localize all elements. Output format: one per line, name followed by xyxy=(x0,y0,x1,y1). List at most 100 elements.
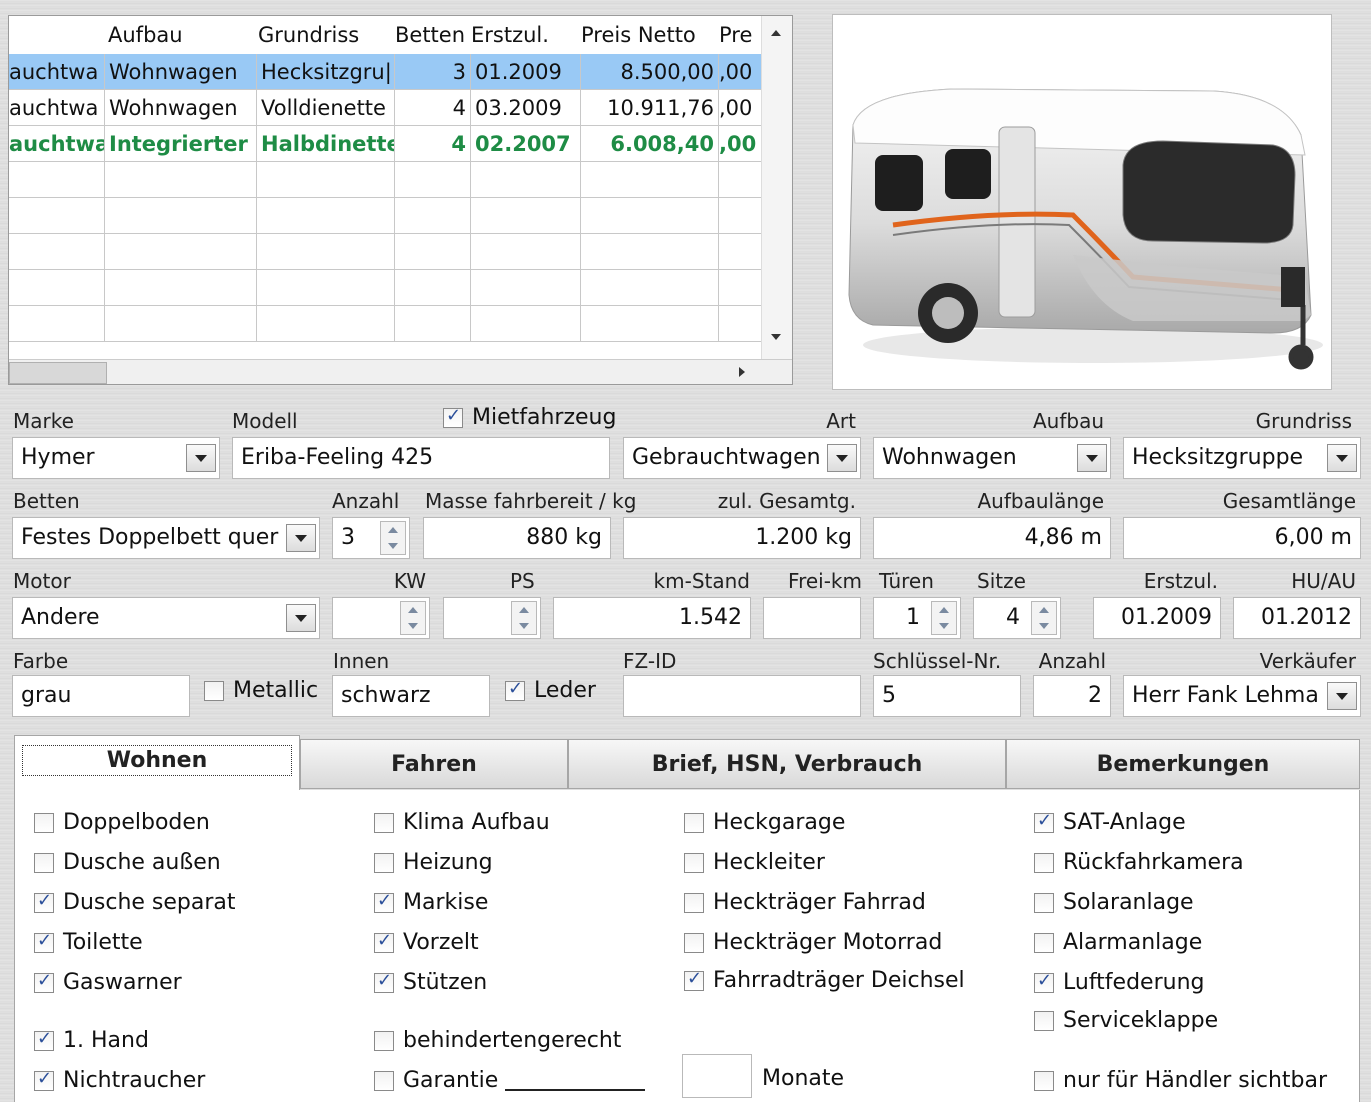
art-label: Art xyxy=(826,409,856,433)
fzid-field[interactable] xyxy=(623,675,861,717)
garantie-checkbox[interactable] xyxy=(374,1071,394,1091)
anzahl-stepper[interactable]: 3 xyxy=(332,517,410,559)
grundriss-select[interactable]: Hecksitzgruppe xyxy=(1123,437,1361,479)
stuetzen-checkbox[interactable] xyxy=(374,970,394,993)
verkaeufer-select[interactable]: Herr Fank Lehma xyxy=(1123,675,1361,717)
chevron-down-icon[interactable] xyxy=(286,604,316,632)
kmstand-field[interactable]: 1.542 xyxy=(553,597,751,639)
col-header-grundriss[interactable]: Grundriss xyxy=(258,16,393,54)
luftfederung-checkbox[interactable] xyxy=(1034,970,1054,993)
col-header-pre[interactable]: Pre xyxy=(719,16,763,54)
vorzelt-checkbox[interactable] xyxy=(374,930,394,953)
hecktraeger-fahrrad-checkbox[interactable] xyxy=(684,893,704,913)
dusche-separat-checkbox[interactable] xyxy=(34,890,54,913)
freikm-field[interactable] xyxy=(763,597,861,639)
leder-label: Leder xyxy=(534,678,596,703)
chevron-down-icon[interactable] xyxy=(1077,444,1107,472)
scroll-right-icon[interactable] xyxy=(739,367,745,377)
freikm-label: Frei-km xyxy=(788,569,862,593)
haendler-sichtbar-checkbox[interactable] xyxy=(1034,1071,1054,1091)
behindertengerecht-checkbox[interactable] xyxy=(374,1031,394,1051)
huau-label: HU/AU xyxy=(1291,569,1356,593)
art-select[interactable]: Gebrauchtwagen xyxy=(623,437,861,479)
heizung-label: Heizung xyxy=(403,850,493,875)
chevron-down-icon[interactable] xyxy=(827,444,857,472)
vehicle-grid[interactable]: Aufbau Grundriss Betten Erstzul. Preis N… xyxy=(8,15,793,385)
chevron-down-icon[interactable] xyxy=(1327,444,1357,472)
chevron-down-icon[interactable] xyxy=(1327,682,1357,710)
aufbaulaenge-field[interactable]: 4,86 m xyxy=(873,517,1111,559)
solaranlage-checkbox[interactable] xyxy=(1034,893,1054,913)
spinner-icon[interactable] xyxy=(931,601,957,635)
col-header-aufbau[interactable]: Aufbau xyxy=(104,16,258,54)
scroll-thumb[interactable] xyxy=(9,362,107,384)
kw-stepper[interactable] xyxy=(332,597,430,639)
vertical-scrollbar[interactable] xyxy=(761,16,792,362)
col-header-erstzul[interactable]: Erstzul. xyxy=(471,16,579,54)
tab-fahren[interactable]: Fahren xyxy=(300,739,568,789)
motor-select[interactable]: Andere xyxy=(12,597,320,639)
sat-anlage-checkbox[interactable] xyxy=(1034,810,1054,833)
klima-aufbau-checkbox[interactable] xyxy=(374,813,394,833)
rueckfahrkamera-checkbox[interactable] xyxy=(1034,853,1054,873)
schluessel-field[interactable]: 5 xyxy=(873,675,1021,717)
masse-field[interactable]: 880 kg xyxy=(423,517,611,559)
horizontal-scrollbar[interactable] xyxy=(9,359,792,384)
tab-wohnen[interactable]: Wohnen xyxy=(14,735,300,791)
spinner-icon[interactable] xyxy=(511,601,537,635)
heckgarage-checkbox[interactable] xyxy=(684,813,704,833)
farbe-field[interactable]: grau xyxy=(12,675,190,717)
cell-grundriss: Hecksitzgru| xyxy=(257,54,395,90)
doppelboden-checkbox[interactable] xyxy=(34,813,54,833)
erstzul-field[interactable]: 01.2009 xyxy=(1093,597,1221,639)
dusche-aussen-checkbox[interactable] xyxy=(34,853,54,873)
modell-field[interactable]: Eriba-Feeling 425 xyxy=(232,437,610,479)
betten-select[interactable]: Festes Doppelbett quer xyxy=(12,517,320,559)
marke-select[interactable]: Hymer xyxy=(12,437,220,479)
cell-erstzul: 03.2009 xyxy=(471,90,581,126)
spinner-icon[interactable] xyxy=(1031,601,1057,635)
luftfederung-label: Luftfederung xyxy=(1063,970,1205,995)
chevron-down-icon[interactable] xyxy=(186,444,216,472)
serviceklappe-checkbox[interactable] xyxy=(1034,1011,1054,1031)
tab-bemerkungen[interactable]: Bemerkungen xyxy=(1006,739,1360,789)
nichtraucher-checkbox[interactable] xyxy=(34,1068,54,1091)
scroll-down-icon[interactable] xyxy=(771,334,781,340)
cell-preis: 6.008,40 xyxy=(581,126,719,162)
scroll-up-icon[interactable] xyxy=(771,30,781,36)
gesamtlaenge-field[interactable]: 6,00 m xyxy=(1123,517,1361,559)
rueckfahrkamera-label: Rückfahrkamera xyxy=(1063,850,1244,875)
hecktraeger-motorrad-checkbox[interactable] xyxy=(684,933,704,953)
huau-field[interactable]: 01.2012 xyxy=(1233,597,1361,639)
tueren-stepper[interactable]: 1 xyxy=(873,597,961,639)
chevron-down-icon[interactable] xyxy=(286,524,316,552)
heizung-checkbox[interactable] xyxy=(374,853,394,873)
ps-stepper[interactable] xyxy=(443,597,541,639)
monate-field[interactable] xyxy=(682,1054,752,1098)
fahrradtraeger-deichsel-label: Fahrradträger Deichsel xyxy=(713,968,965,993)
spinner-icon[interactable] xyxy=(400,601,426,635)
spinner-icon[interactable] xyxy=(380,521,406,555)
markise-checkbox[interactable] xyxy=(374,890,394,913)
sitze-stepper[interactable]: 4 xyxy=(973,597,1061,639)
stuetzen-label: Stützen xyxy=(403,970,488,995)
cell-erstzul: 02.2007 xyxy=(471,126,581,162)
leder-checkbox[interactable] xyxy=(505,678,525,701)
toilette-checkbox[interactable] xyxy=(34,930,54,953)
gaswarner-checkbox[interactable] xyxy=(34,970,54,993)
gesamtg-field[interactable]: 1.200 kg xyxy=(623,517,861,559)
innen-field[interactable]: schwarz xyxy=(332,675,490,717)
col-header-betten[interactable]: Betten xyxy=(395,16,475,54)
aufbau-select[interactable]: Wohnwagen xyxy=(873,437,1111,479)
heckleiter-checkbox[interactable] xyxy=(684,853,704,873)
kw-label: KW xyxy=(393,569,426,593)
col-header-preis-netto[interactable]: Preis Netto xyxy=(581,16,716,54)
metallic-checkbox[interactable] xyxy=(204,681,224,701)
erste-hand-checkbox[interactable] xyxy=(34,1028,54,1051)
cell-pre: ,00 xyxy=(719,90,764,126)
tab-brief-hsn-verbrauch[interactable]: Brief, HSN, Verbrauch xyxy=(568,739,1006,789)
fahrradtraeger-deichsel-checkbox[interactable] xyxy=(684,968,704,991)
anzahl2-field[interactable]: 2 xyxy=(1033,675,1111,717)
alarmanlage-checkbox[interactable] xyxy=(1034,933,1054,953)
mietfahrzeug-checkbox[interactable] xyxy=(443,405,463,428)
